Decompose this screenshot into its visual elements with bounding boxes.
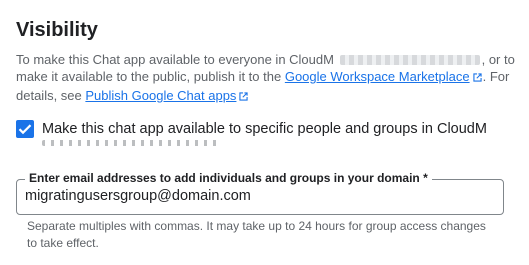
redacted-domain [339,55,480,65]
email-field-label: Enter email addresses to add individuals… [25,171,432,185]
marketplace-link-label: Google Workspace Marketplace [284,69,470,84]
marketplace-link[interactable]: Google Workspace Marketplace [285,69,483,84]
truncated-text-fragment [42,140,222,152]
open-in-new-icon [238,89,249,106]
checkbox-label: Make this chat app available to specific… [42,121,487,137]
email-input[interactable] [25,186,495,206]
publish-link-label: Publish Google Chat apps [85,88,237,103]
email-helper-text: Separate multiples with commas. It may t… [27,219,486,250]
visibility-description: To make this Chat app available to every… [16,51,521,106]
specific-people-option: Make this chat app available to specific… [16,118,521,158]
checkmark-icon [18,124,32,135]
publish-chat-apps-link[interactable]: Publish Google Chat apps [85,88,249,103]
section-title: Visibility [16,19,98,41]
description-text-1: To make this Chat app available to every… [16,52,334,67]
email-field[interactable]: Enter email addresses to add individuals… [16,171,504,215]
specific-people-checkbox[interactable] [16,120,34,138]
open-in-new-icon [472,70,483,87]
